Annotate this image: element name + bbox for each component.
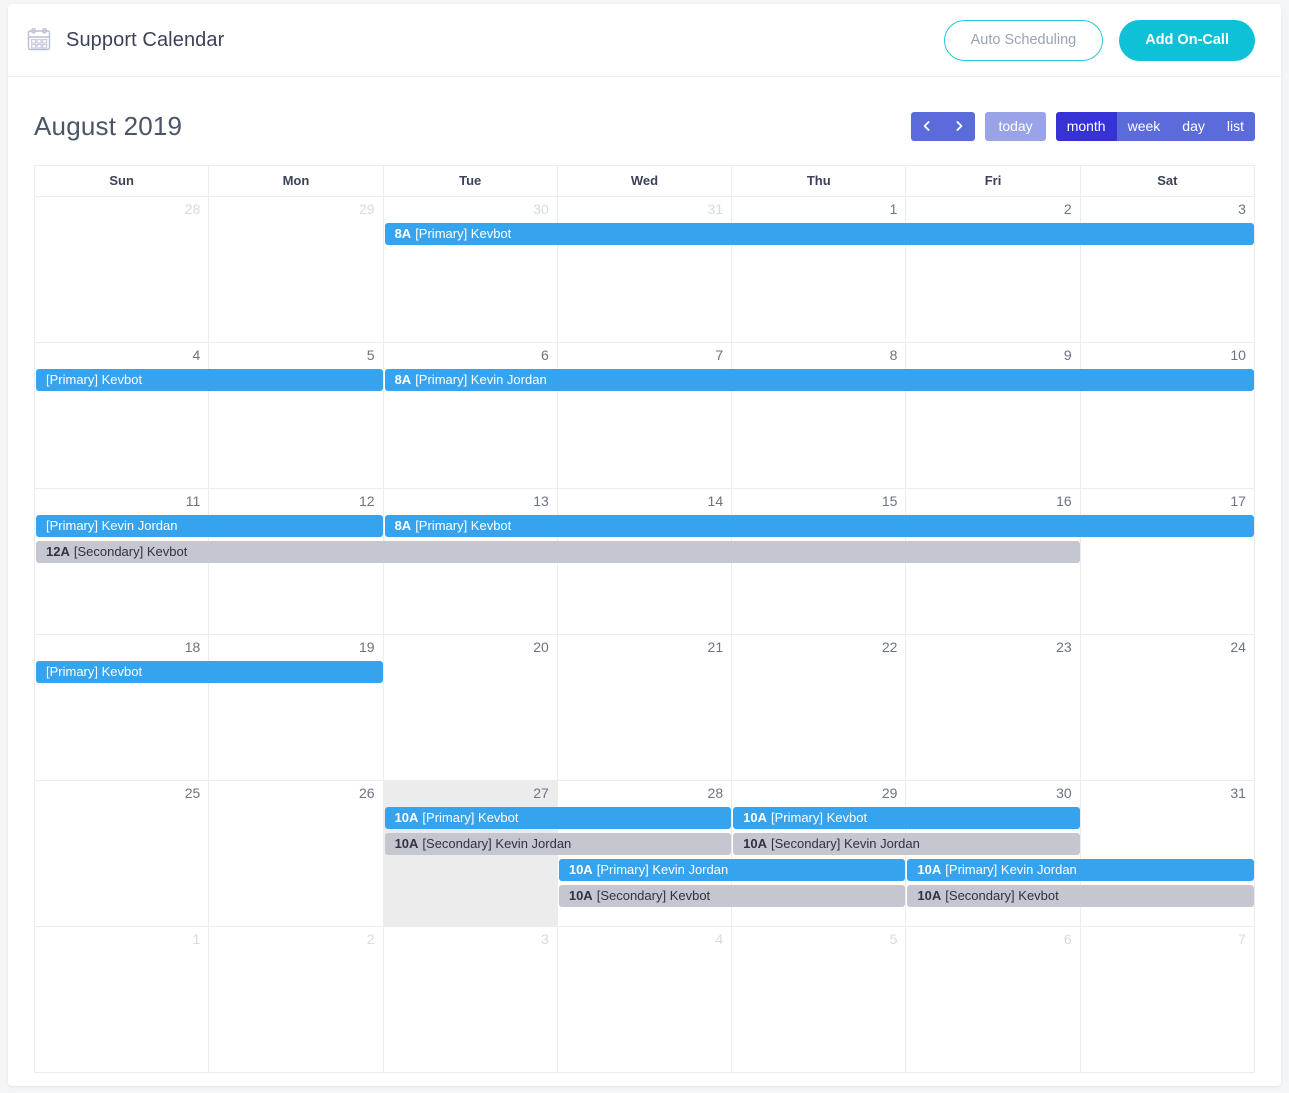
event-label: [Primary] Kevin Jordan: [945, 862, 1077, 877]
weekday-header-row: Sun Mon Tue Wed Thu Fri Sat: [35, 166, 1255, 197]
event-time: 10A: [568, 888, 593, 903]
event-row: 8A [Primary] Kevbot: [35, 223, 1255, 249]
event-row: 10A [Secondary] Kevin Jordan 10A [Secondary…: [35, 833, 1255, 859]
event-time: 8A: [394, 226, 412, 241]
event-label: [Primary] Kevbot: [422, 810, 519, 825]
event-time: 8A: [394, 372, 412, 387]
next-month-button[interactable]: [943, 111, 976, 141]
event-row: 10A [Primary] Kevin Jordan 10A [Primary] Ke…: [35, 859, 1255, 885]
event-label: [Primary] Kevin Jordan: [596, 862, 729, 877]
event-time: 12A: [46, 544, 70, 559]
weekday-header-thu: Thu: [732, 166, 907, 196]
event-label: [Secondary] Kevbot: [73, 544, 188, 559]
event-layer: [35, 953, 1255, 1073]
event-label: [Secondary] Kevbot: [945, 888, 1059, 903]
event-label: [Primary] Kevbot: [415, 226, 512, 241]
event-time: 10A: [917, 862, 942, 877]
calendar-event[interactable]: 10A [Primary] Kevbot: [384, 807, 732, 829]
view-button-day[interactable]: day: [1171, 111, 1216, 141]
app-header: Support Calendar Auto Scheduling Add On-…: [8, 4, 1281, 77]
calendar-event[interactable]: 12A [Secondary] Kevbot: [36, 541, 1080, 563]
calendar-controls: today month week day list: [911, 111, 1255, 141]
today-button-group: today: [985, 111, 1046, 141]
calendar-week-row: 11 12 13 14 15 16 17 [Primary] Kevin Jordan 8A [P…: [35, 489, 1255, 635]
chevron-right-icon: [956, 121, 963, 131]
event-label: [Secondary] Kevin Jordan: [422, 836, 572, 851]
weekday-header-wed: Wed: [558, 166, 733, 196]
header-actions: Auto Scheduling Add On-Call: [943, 19, 1255, 61]
event-layer: [Primary] Kevbot 8A [Primary] Kevin Jordan: [35, 369, 1255, 489]
calendar-event[interactable]: 10A [Primary] Kevin Jordan: [558, 859, 906, 881]
calendar-event[interactable]: 8A [Primary] Kevbot: [384, 223, 1254, 245]
calendar-event[interactable]: 10A [Secondary] Kevbot: [907, 885, 1254, 907]
calendar-title: August 2019: [34, 110, 183, 141]
calendar-event[interactable]: 8A [Primary] Kevbot: [384, 515, 1254, 537]
event-row: [Primary] Kevin Jordan 8A [Primary] Kevbot: [35, 515, 1255, 541]
month-grid: Sun Mon Tue Wed Thu Fri Sat 28 29 30 31 1 2 3 8A [Prima…: [34, 165, 1255, 1073]
event-row: 10A [Secondary] Kevbot 10A [Secondary] Kevb…: [35, 885, 1255, 911]
calendar-event[interactable]: 10A [Secondary] Kevin Jordan: [733, 833, 1080, 855]
calendar-body: August 2019 today month week day list Su…: [8, 77, 1281, 1073]
event-time: 10A: [394, 836, 419, 851]
calendar-toolbar: August 2019 today month week day list: [34, 103, 1255, 149]
calendar-event[interactable]: 10A [Primary] Kevbot: [733, 807, 1080, 829]
view-button-list[interactable]: list: [1215, 111, 1255, 141]
support-calendar-card: Support Calendar Auto Scheduling Add On-…: [8, 4, 1281, 1086]
event-layer: 8A [Primary] Kevbot: [35, 223, 1255, 343]
calendar-event[interactable]: 10A [Secondary] Kevbot: [558, 885, 906, 907]
calendar-event[interactable]: 10A [Primary] Kevin Jordan: [907, 859, 1254, 881]
event-row: [Primary] Kevbot: [35, 661, 1255, 687]
event-row: [Primary] Kevbot 8A [Primary] Kevin Jordan: [35, 369, 1255, 395]
event-row: 10A [Primary] Kevbot 10A [Primary] Kevbot: [35, 807, 1255, 833]
weekday-header-fri: Fri: [906, 166, 1081, 196]
prev-month-button[interactable]: [911, 111, 944, 141]
header-brand: Support Calendar: [26, 27, 224, 53]
weekday-header-sun: Sun: [35, 166, 210, 196]
event-label: [Primary] Kevbot: [771, 810, 868, 825]
event-row: 12A [Secondary] Kevbot: [35, 541, 1255, 567]
calendar-event[interactable]: 8A [Primary] Kevin Jordan: [384, 369, 1254, 391]
event-time: 10A: [743, 810, 767, 825]
event-label: [Primary] Kevin Jordan: [46, 518, 178, 533]
calendar-week-row: 1234567: [35, 927, 1255, 1073]
weekday-header-mon: Mon: [209, 166, 384, 196]
event-label: [Primary] Kevbot: [415, 518, 512, 533]
event-layer: [Primary] Kevbot: [35, 661, 1255, 781]
weekday-header-sat: Sat: [1081, 166, 1255, 196]
page-title: Support Calendar: [66, 28, 225, 51]
event-time: 8A: [394, 518, 412, 533]
event-time: 10A: [743, 836, 767, 851]
event-layer: [Primary] Kevin Jordan 8A [Primary] Kevbot…: [35, 515, 1255, 635]
weekday-header-tue: Tue: [384, 166, 558, 196]
event-label: [Secondary] Kevin Jordan: [771, 836, 920, 851]
nav-button-group: [911, 111, 976, 141]
event-label: [Primary] Kevbot: [46, 664, 143, 679]
calendar-week-row: 28 29 30 31 1 2 3 8A [Primary] Kevbot: [35, 197, 1255, 343]
event-label: [Primary] Kevin Jordan: [415, 372, 547, 387]
calendar-week-row: 25 26 27 28 29 30 31 10A [Primary] Kevbot 10A [Pri…: [35, 781, 1255, 927]
event-time: 10A: [568, 862, 593, 877]
calendar-event[interactable]: [Primary] Kevbot: [36, 661, 383, 683]
event-layer: 10A [Primary] Kevbot 10A [Primary] Kevbot 10…: [35, 807, 1255, 927]
calendar-week-row: 4 5 6 7 8 9 10 [Primary] Kevbot 8A [Primary] Kevi…: [35, 343, 1255, 489]
event-time: 10A: [917, 888, 942, 903]
auto-scheduling-button[interactable]: Auto Scheduling: [943, 19, 1104, 61]
view-button-group: month week day list: [1055, 111, 1255, 141]
today-button[interactable]: today: [985, 111, 1046, 141]
calendar-week-row: 18 19 20 21 22 23 24 [Primary] Kevbot: [35, 635, 1255, 781]
add-on-call-button[interactable]: Add On-Call: [1119, 19, 1255, 61]
chevron-left-icon: [924, 121, 930, 131]
event-label: [Secondary] Kevbot: [596, 888, 711, 903]
calendar-icon: [26, 27, 52, 53]
calendar-event[interactable]: [Primary] Kevbot: [36, 369, 383, 391]
calendar-event[interactable]: 10A [Secondary] Kevin Jordan: [384, 833, 732, 855]
view-button-week[interactable]: week: [1116, 111, 1172, 141]
event-time: 10A: [394, 810, 419, 825]
view-button-month[interactable]: month: [1055, 111, 1117, 141]
calendar-event[interactable]: [Primary] Kevin Jordan: [36, 515, 383, 537]
event-label: [Primary] Kevbot: [46, 372, 143, 387]
